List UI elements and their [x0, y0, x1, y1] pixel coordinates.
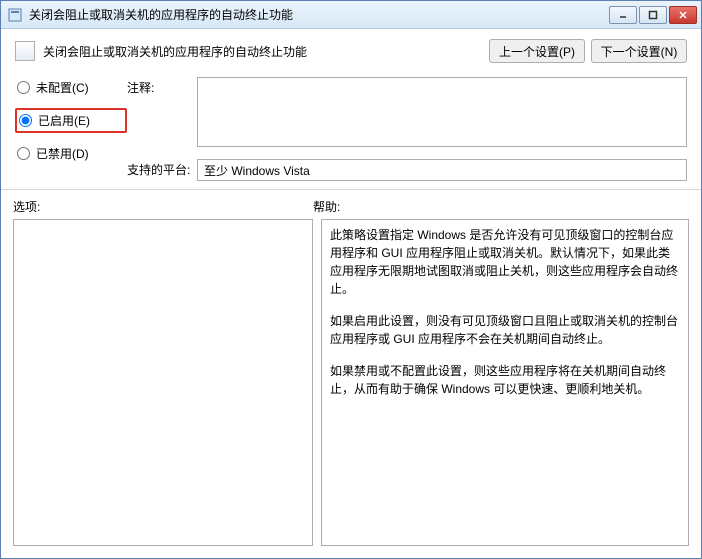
upper-body: 未配置(C) 已启用(E) 已禁用(D) 注释:	[15, 77, 687, 181]
header-row: 关闭会阻止或取消关机的应用程序的自动终止功能 上一个设置(P) 下一个设置(N)	[15, 39, 687, 63]
nav-buttons: 上一个设置(P) 下一个设置(N)	[489, 39, 687, 63]
radio-not-configured-label: 未配置(C)	[36, 79, 89, 96]
policy-editor-window: 关闭会阻止或取消关机的应用程序的自动终止功能 关闭会阻止或取消关机的应用程序的自…	[0, 0, 702, 559]
maximize-button[interactable]	[639, 6, 667, 24]
platform-value: 至少 Windows Vista	[197, 159, 687, 181]
radio-enabled-label: 已启用(E)	[38, 112, 90, 129]
help-paragraph: 此策略设置指定 Windows 是否允许没有可见顶级窗口的控制台应用程序和 GU…	[330, 226, 680, 298]
window-controls	[609, 6, 697, 24]
radio-enabled[interactable]: 已启用(E)	[15, 108, 127, 133]
radio-disabled-input[interactable]	[17, 147, 30, 160]
close-button[interactable]	[669, 6, 697, 24]
options-label: 选项:	[13, 198, 313, 215]
help-paragraph: 如果启用此设置，则没有可见顶级窗口且阻止或取消关机的控制台应用程序或 GUI 应…	[330, 312, 680, 348]
comment-textarea[interactable]	[197, 77, 687, 147]
radio-enabled-input[interactable]	[19, 114, 32, 127]
minimize-button[interactable]	[609, 6, 637, 24]
state-radio-group: 未配置(C) 已启用(E) 已禁用(D)	[15, 77, 127, 181]
app-icon	[7, 7, 23, 23]
policy-icon	[15, 41, 35, 61]
help-paragraph: 如果禁用或不配置此设置，则这些应用程序将在关机期间自动终止，从而有助于确保 Wi…	[330, 362, 680, 398]
platform-label: 支持的平台:	[127, 159, 193, 178]
pane-labels: 选项: 帮助:	[13, 198, 689, 215]
radio-not-configured-input[interactable]	[17, 81, 30, 94]
radio-disabled[interactable]: 已禁用(D)	[15, 143, 127, 164]
options-pane[interactable]	[13, 219, 313, 546]
comment-row: 注释:	[127, 77, 687, 147]
help-label: 帮助:	[313, 198, 340, 215]
window-title: 关闭会阻止或取消关机的应用程序的自动终止功能	[29, 6, 609, 23]
policy-title: 关闭会阻止或取消关机的应用程序的自动终止功能	[43, 43, 307, 60]
radio-not-configured[interactable]: 未配置(C)	[15, 77, 127, 98]
comment-label: 注释:	[127, 77, 193, 96]
fields-column: 注释: 支持的平台: 至少 Windows Vista	[127, 77, 687, 181]
upper-section: 关闭会阻止或取消关机的应用程序的自动终止功能 上一个设置(P) 下一个设置(N)…	[1, 29, 701, 190]
titlebar: 关闭会阻止或取消关机的应用程序的自动终止功能	[1, 1, 701, 29]
help-pane[interactable]: 此策略设置指定 Windows 是否允许没有可见顶级窗口的控制台应用程序和 GU…	[321, 219, 689, 546]
platform-row: 支持的平台: 至少 Windows Vista	[127, 159, 687, 181]
previous-setting-button[interactable]: 上一个设置(P)	[489, 39, 585, 63]
content-area: 关闭会阻止或取消关机的应用程序的自动终止功能 上一个设置(P) 下一个设置(N)…	[1, 29, 701, 558]
next-setting-button[interactable]: 下一个设置(N)	[591, 39, 687, 63]
lower-section: 选项: 帮助: 此策略设置指定 Windows 是否允许没有可见顶级窗口的控制台…	[1, 190, 701, 558]
panes: 此策略设置指定 Windows 是否允许没有可见顶级窗口的控制台应用程序和 GU…	[13, 219, 689, 546]
radio-disabled-label: 已禁用(D)	[36, 145, 89, 162]
